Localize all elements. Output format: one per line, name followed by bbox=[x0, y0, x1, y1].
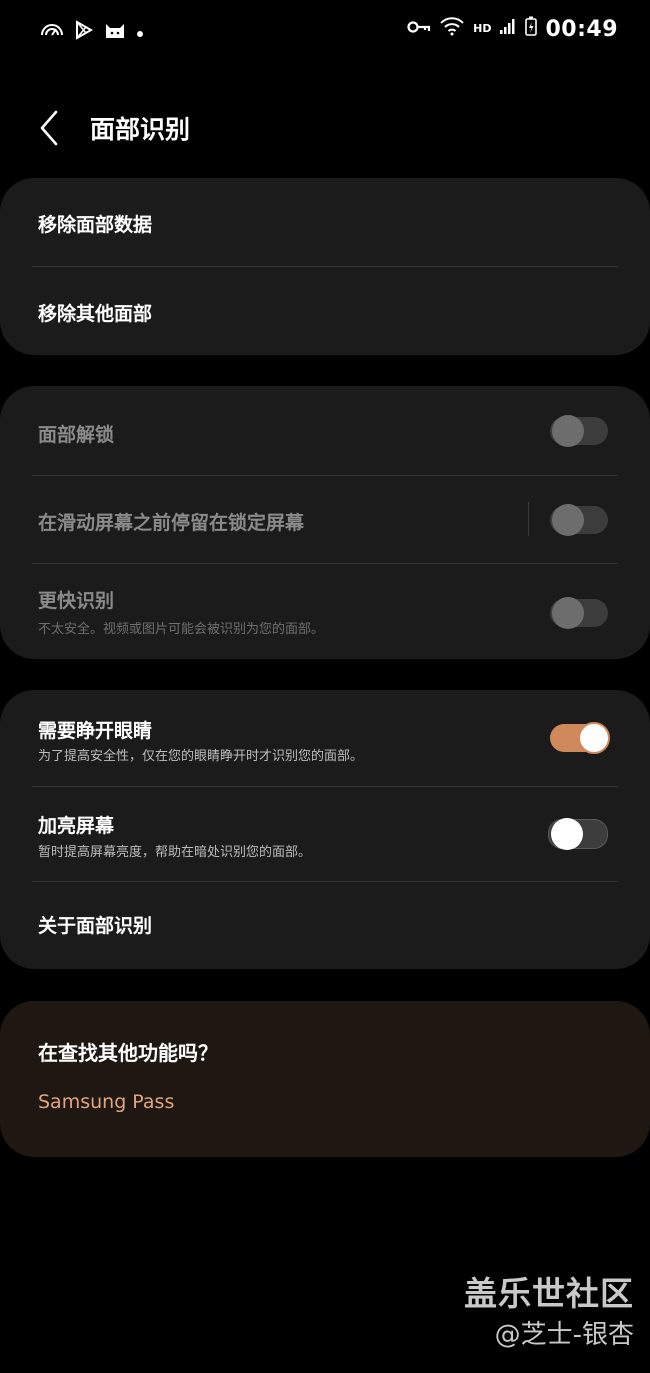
face-unlock-toggle[interactable] bbox=[550, 415, 608, 447]
page-title: 面部识别 bbox=[90, 115, 191, 144]
toggle-knob bbox=[578, 722, 610, 754]
toggle-knob bbox=[552, 415, 584, 447]
suggestions-title: 在查找其他功能吗？ bbox=[38, 1041, 218, 1065]
samsung-pass-link[interactable]: Samsung Pass bbox=[38, 1091, 174, 1113]
battery-icon bbox=[525, 16, 538, 42]
speedometer-icon bbox=[40, 21, 64, 45]
vertical-separator bbox=[528, 502, 529, 536]
dot-icon bbox=[136, 22, 144, 44]
require-open-eyes-description: 为了提高安全性，仅在您的眼睛睁开时才识别您的面部。 bbox=[38, 749, 364, 764]
recognition-options-card: 需要睁开眼睛 为了提高安全性，仅在您的眼睛睁开时才识别您的面部。 加亮屏幕 暂时… bbox=[0, 690, 650, 969]
faster-recognition-label: 更快识别 bbox=[38, 590, 115, 612]
stay-on-lock-screen-label: 在滑动屏幕之前停留在锁定屏幕 bbox=[38, 512, 305, 534]
suggestions-card: 在查找其他功能吗？ Samsung Pass bbox=[0, 1001, 650, 1157]
remove-face-data-label: 移除面部数据 bbox=[38, 214, 153, 236]
require-open-eyes-toggle[interactable] bbox=[550, 722, 610, 754]
face-unlock-label: 面部解锁 bbox=[38, 424, 115, 446]
cat-icon bbox=[104, 20, 126, 46]
chevron-left-icon bbox=[40, 110, 58, 146]
key-icon bbox=[407, 18, 431, 40]
brighten-screen-item[interactable]: 加亮屏幕 暂时提高屏幕亮度，帮助在暗处识别您的面部。 bbox=[0, 787, 650, 881]
about-face-recognition-item[interactable]: 关于面部识别 bbox=[0, 882, 650, 969]
require-open-eyes-item[interactable]: 需要睁开眼睛 为了提高安全性，仅在您的眼睛睁开时才识别您的面部。 bbox=[0, 690, 650, 786]
play-store-icon bbox=[74, 20, 94, 46]
remove-other-face-label: 移除其他面部 bbox=[38, 303, 153, 325]
toggle-knob bbox=[551, 818, 583, 850]
page-header: 面部识别 bbox=[0, 96, 650, 160]
hd-icon: HD bbox=[473, 22, 492, 35]
remove-other-face-item[interactable]: 移除其他面部 bbox=[0, 267, 650, 355]
toggle-knob bbox=[552, 504, 584, 536]
watermark-author: @芝士-银杏 bbox=[494, 1320, 634, 1350]
brighten-screen-label: 加亮屏幕 bbox=[38, 815, 115, 837]
watermark-title: 盖乐世社区 bbox=[464, 1274, 634, 1313]
faster-recognition-toggle[interactable] bbox=[550, 597, 608, 629]
stay-on-lock-screen-item[interactable]: 在滑动屏幕之前停留在锁定屏幕 bbox=[0, 476, 650, 563]
stay-on-lock-screen-toggle[interactable] bbox=[550, 504, 608, 536]
brighten-screen-toggle[interactable] bbox=[548, 818, 608, 850]
faster-recognition-item[interactable]: 更快识别 不太安全。视频或图片可能会被识别为您的面部。 bbox=[0, 564, 650, 659]
require-open-eyes-label: 需要睁开眼睛 bbox=[38, 720, 153, 742]
toggle-knob bbox=[552, 597, 584, 629]
back-button[interactable] bbox=[36, 108, 66, 148]
brighten-screen-description: 暂时提高屏幕亮度，帮助在暗处识别您的面部。 bbox=[38, 845, 312, 860]
wifi-icon bbox=[439, 16, 465, 42]
status-bar: HD 00:49 bbox=[0, 0, 650, 62]
face-unlock-item[interactable]: 面部解锁 bbox=[0, 386, 650, 475]
unlock-options-card: 面部解锁 在滑动屏幕之前停留在锁定屏幕 更快识别 不太安全。视频或图片可能会被识… bbox=[0, 386, 650, 659]
faster-recognition-description: 不太安全。视频或图片可能会被识别为您的面部。 bbox=[38, 622, 325, 637]
remove-face-data-item[interactable]: 移除面部数据 bbox=[0, 178, 650, 266]
face-data-card: 移除面部数据 移除其他面部 bbox=[0, 178, 650, 355]
signal-icon bbox=[499, 17, 517, 41]
about-face-recognition-label: 关于面部识别 bbox=[38, 915, 153, 937]
status-time: 00:49 bbox=[545, 16, 618, 42]
